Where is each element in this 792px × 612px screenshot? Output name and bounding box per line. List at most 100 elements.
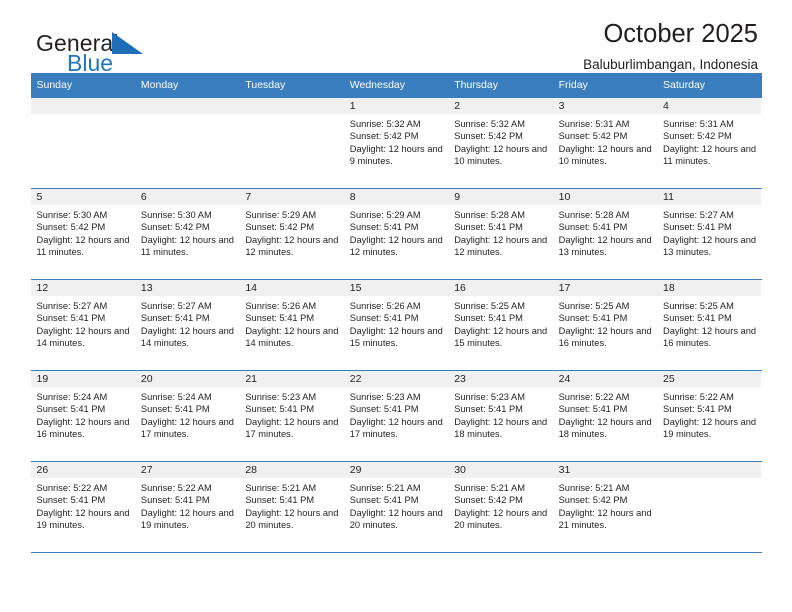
- page-subtitle: Baluburlimbangan, Indonesia: [583, 57, 758, 73]
- day-number: 7: [239, 188, 344, 205]
- calendar-day-cell[interactable]: 22 Sunrise: 5:23 AM Sunset: 5:41 PM Dayligh…: [343, 370, 449, 461]
- daylight-text: Daylight: 12 hours and 16 minutes.: [36, 416, 130, 440]
- sunset-text: Sunset: 5:41 PM: [36, 495, 106, 506]
- sunrise-text: Sunrise: 5:31 AM: [663, 118, 734, 129]
- day-info: Sunrise: 5:21 AM Sunset: 5:42 PM Daylight:…: [448, 478, 552, 532]
- sunrise-text: Sunrise: 5:28 AM: [454, 209, 525, 220]
- calendar-day-cell[interactable]: 30 Sunrise: 5:21 AM Sunset: 5:42 PM Dayligh…: [448, 461, 553, 552]
- sunset-text: Sunset: 5:42 PM: [245, 222, 315, 233]
- sunset-text: Sunset: 5:42 PM: [663, 131, 732, 142]
- calendar-day-cell[interactable]: 13 Sunrise: 5:27 AM Sunset: 5:41 PM Dayligh…: [134, 279, 240, 370]
- sunrise-text: Sunrise: 5:23 AM: [454, 391, 525, 402]
- calendar-day-cell[interactable]: 21 Sunrise: 5:23 AM Sunset: 5:41 PM Dayligh…: [239, 370, 344, 461]
- calendar-day-cell[interactable]: 28 Sunrise: 5:21 AM Sunset: 5:41 PM Dayligh…: [239, 461, 344, 552]
- day-number: [134, 97, 240, 114]
- day-number: 5: [30, 188, 135, 205]
- sunrise-text: Sunrise: 5:24 AM: [140, 391, 212, 402]
- sunset-text: Sunset: 5:41 PM: [140, 404, 210, 415]
- calendar-day-cell[interactable]: 14 Sunrise: 5:26 AM Sunset: 5:41 PM Dayligh…: [239, 279, 344, 370]
- daylight-text: Daylight: 12 hours and 17 minutes.: [349, 416, 443, 440]
- day-number: [657, 461, 762, 478]
- calendar-day-cell[interactable]: 8 Sunrise: 5:29 AM Sunset: 5:41 PM Daylight…: [343, 188, 449, 279]
- sunset-text: Sunset: 5:42 PM: [140, 222, 210, 233]
- sunset-text: Sunset: 5:41 PM: [558, 313, 628, 324]
- calendar-grid: Sunday Monday Tuesday Wednesday Thursday Frid…: [30, 73, 762, 553]
- day-number: 17: [552, 279, 658, 296]
- calendar-day-cell[interactable]: 10 Sunrise: 5:28 AM Sunset: 5:41 PM Dayligh…: [552, 188, 658, 279]
- calendar-day-cell[interactable]: 1 Sunrise: 5:32 AM Sunset: 5:42 PM Daylight…: [343, 97, 449, 188]
- daylight-text: Daylight: 12 hours and 15 minutes.: [454, 325, 548, 349]
- calendar-day-cell[interactable]: 16 Sunrise: 5:25 AM Sunset: 5:41 PM Dayligh…: [448, 279, 553, 370]
- daylight-text: Daylight: 12 hours and 21 minutes.: [558, 507, 652, 531]
- calendar-day-cell[interactable]: 2 Sunrise: 5:32 AM Sunset: 5:42 PM Daylight…: [448, 97, 553, 188]
- sunrise-text: Sunrise: 5:21 AM: [454, 482, 525, 493]
- calendar-day-cell[interactable]: 26 Sunrise: 5:22 AM Sunset: 5:41 PM Dayligh…: [30, 461, 135, 552]
- daylight-text: Daylight: 12 hours and 12 minutes.: [245, 234, 339, 258]
- daylight-text: Daylight: 12 hours and 18 minutes.: [558, 416, 652, 440]
- sunset-text: Sunset: 5:41 PM: [663, 313, 732, 324]
- day-number: 6: [134, 188, 240, 205]
- calendar-day-cell[interactable]: 20 Sunrise: 5:24 AM Sunset: 5:41 PM Dayligh…: [134, 370, 240, 461]
- calendar-day-cell[interactable]: 6 Sunrise: 5:30 AM Sunset: 5:42 PM Daylight…: [134, 188, 240, 279]
- calendar-day-cell[interactable]: 9 Sunrise: 5:28 AM Sunset: 5:41 PM Daylight…: [448, 188, 553, 279]
- day-info: Sunrise: 5:32 AM Sunset: 5:42 PM Daylight:…: [344, 114, 448, 168]
- calendar-day-cell[interactable]: 11 Sunrise: 5:27 AM Sunset: 5:41 PM Dayligh…: [657, 188, 762, 279]
- day-info: Sunrise: 5:29 AM Sunset: 5:41 PM Daylight:…: [344, 205, 448, 259]
- day-info: Sunrise: 5:24 AM Sunset: 5:41 PM Daylight:…: [31, 387, 135, 441]
- calendar-week-row: 1 Sunrise: 5:32 AM Sunset: 5:42 PM Daylight…: [30, 97, 762, 189]
- daylight-text: Daylight: 12 hours and 11 minutes.: [36, 234, 130, 258]
- day-info: Sunrise: 5:31 AM Sunset: 5:42 PM Daylight:…: [657, 114, 761, 168]
- day-info: Sunrise: 5:26 AM Sunset: 5:41 PM Daylight:…: [344, 296, 448, 350]
- calendar-day-cell[interactable]: 15 Sunrise: 5:26 AM Sunset: 5:41 PM Dayligh…: [343, 279, 449, 370]
- sunrise-text: Sunrise: 5:28 AM: [558, 209, 630, 220]
- calendar-day-cell[interactable]: 3 Sunrise: 5:31 AM Sunset: 5:42 PM Daylight…: [552, 97, 658, 188]
- sunrise-text: Sunrise: 5:27 AM: [36, 300, 108, 311]
- daylight-text: Daylight: 12 hours and 13 minutes.: [663, 234, 757, 258]
- sunset-text: Sunset: 5:41 PM: [140, 495, 210, 506]
- day-info: Sunrise: 5:31 AM Sunset: 5:42 PM Daylight:…: [553, 114, 657, 168]
- calendar-day-cell[interactable]: 17 Sunrise: 5:25 AM Sunset: 5:41 PM Dayligh…: [552, 279, 658, 370]
- sunrise-text: Sunrise: 5:23 AM: [245, 391, 317, 402]
- sunrise-text: Sunrise: 5:22 AM: [36, 482, 108, 493]
- calendar-day-cell[interactable]: 24 Sunrise: 5:22 AM Sunset: 5:41 PM Dayligh…: [552, 370, 658, 461]
- sunset-text: Sunset: 5:41 PM: [245, 495, 315, 506]
- sunrise-text: Sunrise: 5:22 AM: [140, 482, 212, 493]
- daylight-text: Daylight: 12 hours and 16 minutes.: [558, 325, 652, 349]
- calendar-day-cell[interactable]: 18 Sunrise: 5:25 AM Sunset: 5:41 PM Dayligh…: [657, 279, 762, 370]
- weekday-header-thursday: Thursday: [454, 79, 498, 91]
- calendar-week-row: 26 Sunrise: 5:22 AM Sunset: 5:41 PM Dayligh…: [30, 461, 762, 553]
- sunset-text: Sunset: 5:41 PM: [454, 404, 523, 415]
- daylight-text: Daylight: 12 hours and 14 minutes.: [36, 325, 130, 349]
- day-number: 1: [343, 97, 449, 114]
- daylight-text: Daylight: 12 hours and 19 minutes.: [663, 416, 757, 440]
- calendar-day-cell[interactable]: 19 Sunrise: 5:24 AM Sunset: 5:41 PM Dayligh…: [30, 370, 135, 461]
- calendar-day-cell[interactable]: 5 Sunrise: 5:30 AM Sunset: 5:42 PM Daylight…: [30, 188, 135, 279]
- sunrise-text: Sunrise: 5:23 AM: [349, 391, 421, 402]
- daylight-text: Daylight: 12 hours and 11 minutes.: [140, 234, 234, 258]
- weekday-header-friday: Friday: [558, 79, 588, 91]
- calendar-day-cell[interactable]: 25 Sunrise: 5:22 AM Sunset: 5:41 PM Dayligh…: [657, 370, 762, 461]
- calendar-day-cell[interactable]: 4 Sunrise: 5:31 AM Sunset: 5:42 PM Daylight…: [657, 97, 762, 188]
- sunrise-text: Sunrise: 5:32 AM: [349, 118, 421, 129]
- sunrise-text: Sunrise: 5:26 AM: [245, 300, 317, 311]
- blue-triangle-icon: [112, 32, 143, 54]
- calendar-day-cell[interactable]: 27 Sunrise: 5:22 AM Sunset: 5:41 PM Dayligh…: [134, 461, 240, 552]
- calendar-week-row: 12 Sunrise: 5:27 AM Sunset: 5:41 PM Dayligh…: [30, 279, 762, 371]
- sunrise-text: Sunrise: 5:25 AM: [663, 300, 734, 311]
- page-title: October 2025: [603, 20, 758, 48]
- calendar-day-cell[interactable]: 29 Sunrise: 5:21 AM Sunset: 5:41 PM Dayligh…: [343, 461, 449, 552]
- day-number: 10: [552, 188, 658, 205]
- day-info: Sunrise: 5:21 AM Sunset: 5:41 PM Daylight:…: [239, 478, 343, 532]
- day-number: 26: [30, 461, 135, 478]
- day-info: Sunrise: 5:30 AM Sunset: 5:42 PM Daylight:…: [31, 205, 135, 259]
- day-number: 14: [239, 279, 344, 296]
- calendar-day-cell[interactable]: 31 Sunrise: 5:21 AM Sunset: 5:42 PM Dayligh…: [552, 461, 658, 552]
- calendar-day-cell[interactable]: 7 Sunrise: 5:29 AM Sunset: 5:42 PM Daylight…: [239, 188, 344, 279]
- daylight-text: Daylight: 12 hours and 19 minutes.: [36, 507, 130, 531]
- day-number: 29: [343, 461, 449, 478]
- calendar-day-cell[interactable]: 23 Sunrise: 5:23 AM Sunset: 5:41 PM Dayligh…: [448, 370, 553, 461]
- calendar-week-row: 19 Sunrise: 5:24 AM Sunset: 5:41 PM Dayligh…: [30, 370, 762, 462]
- day-info: Sunrise: 5:27 AM Sunset: 5:41 PM Daylight:…: [135, 296, 239, 350]
- calendar-day-cell[interactable]: 12 Sunrise: 5:27 AM Sunset: 5:41 PM Dayligh…: [30, 279, 135, 370]
- day-info: Sunrise: 5:24 AM Sunset: 5:41 PM Daylight:…: [135, 387, 239, 441]
